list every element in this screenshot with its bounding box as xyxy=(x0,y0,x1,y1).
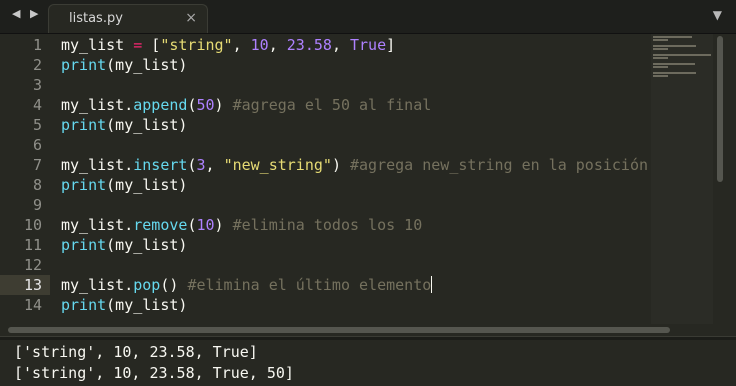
code-token: 3 xyxy=(196,156,206,174)
code-token: my_list. xyxy=(61,276,134,294)
sublime-window: ◀ ▶ listas.py × ▼ 1 2 3 4 5 6 7 8 9 10 11 12 13 14 my… xyxy=(0,0,736,386)
code-token: 10 xyxy=(196,216,215,234)
line-number: 1 xyxy=(32,36,42,54)
code-token: "new_string" xyxy=(223,156,332,174)
code-token: #agrega el 50 al final xyxy=(232,96,432,114)
code-token: , xyxy=(268,36,287,54)
vertical-scroll-thumb[interactable] xyxy=(717,36,723,182)
line-number: 11 xyxy=(23,236,42,254)
code-token: insert xyxy=(133,156,188,174)
line-number: 14 xyxy=(23,296,42,314)
code-token: , xyxy=(331,36,350,54)
code-token: = xyxy=(133,36,143,54)
horizontal-scrollbar[interactable] xyxy=(0,324,736,336)
minimap-line xyxy=(653,39,668,41)
forward-arrow-icon[interactable]: ▶ xyxy=(30,7,38,20)
text-cursor xyxy=(431,276,433,293)
code-token: print xyxy=(61,236,107,254)
code-token: #elimina todos los 10 xyxy=(232,216,423,234)
output-line: ['string', 10, 23.58, True] xyxy=(14,343,258,361)
line-number: 8 xyxy=(32,176,42,194)
close-icon[interactable]: × xyxy=(185,10,197,26)
code-token: , xyxy=(205,156,224,174)
code-line[interactable]: my_list.remove(10) #elimina todos los 10 xyxy=(61,215,422,235)
minimap-line xyxy=(653,63,695,65)
code-token: #elimina el último elemento xyxy=(187,276,432,294)
minimap-line xyxy=(653,57,668,59)
minimap[interactable] xyxy=(651,34,713,324)
code-line[interactable]: my_list.pop() #elimina el último element… xyxy=(61,275,433,295)
minimap-line xyxy=(653,36,692,38)
code-token: True xyxy=(350,36,387,54)
code-area[interactable]: my_list = ["string", 10, 23.58, True] pri… xyxy=(61,34,649,324)
code-token: my_list xyxy=(61,36,134,54)
minimap-line xyxy=(653,72,696,74)
minimap-line xyxy=(653,48,668,50)
line-number: 6 xyxy=(32,136,42,154)
code-token: append xyxy=(133,96,188,114)
code-line[interactable]: my_list.insert(3, "new_string") #agrega … xyxy=(61,155,648,175)
code-token: , xyxy=(232,36,251,54)
code-line[interactable]: print(my_list) xyxy=(61,115,187,135)
code-token: print xyxy=(61,56,107,74)
horizontal-scroll-thumb[interactable] xyxy=(8,327,670,333)
line-number: 5 xyxy=(32,116,42,134)
line-number: 4 xyxy=(32,96,42,114)
code-token: #agrega new_string en la posición xyxy=(350,156,649,174)
code-token: (my_list) xyxy=(106,296,188,314)
line-number: 13 xyxy=(23,276,42,294)
line-number: 9 xyxy=(32,196,42,214)
output-panel: ['string', 10, 23.58, True] ['string', 1… xyxy=(0,340,736,386)
back-arrow-icon[interactable]: ◀ xyxy=(12,7,20,20)
line-number: 3 xyxy=(32,76,42,94)
tab-listas-py[interactable]: listas.py × xyxy=(48,4,208,33)
code-token: () xyxy=(160,276,188,294)
code-token: my_list. xyxy=(61,96,134,114)
code-token: ) xyxy=(214,216,233,234)
code-token: [ xyxy=(142,36,161,54)
code-token: my_list. xyxy=(61,156,134,174)
line-number: 10 xyxy=(23,216,42,234)
chevron-down-icon[interactable]: ▼ xyxy=(713,8,722,22)
code-token: print xyxy=(61,296,107,314)
tab-label: listas.py xyxy=(69,11,123,26)
code-token: "string" xyxy=(160,36,233,54)
vertical-scrollbar[interactable] xyxy=(714,34,726,324)
code-token: 23.58 xyxy=(286,36,332,54)
minimap-line xyxy=(653,66,668,68)
minimap-line xyxy=(653,75,668,77)
code-line[interactable]: print(my_list) xyxy=(61,295,187,315)
code-line[interactable]: print(my_list) xyxy=(61,175,187,195)
code-token: (my_list) xyxy=(106,176,188,194)
tab-bar: ◀ ▶ listas.py × ▼ xyxy=(0,0,736,34)
code-token: 50 xyxy=(196,96,215,114)
code-line[interactable]: my_list.append(50) #agrega el 50 al fina… xyxy=(61,95,431,115)
line-number-gutter: 1 2 3 4 5 6 7 8 9 10 11 12 13 14 xyxy=(0,34,50,324)
code-token: print xyxy=(61,116,107,134)
minimap-line xyxy=(653,45,696,47)
output-line: ['string', 10, 23.58, True, 50] xyxy=(14,364,294,382)
code-token: print xyxy=(61,176,107,194)
code-token: (my_list) xyxy=(106,116,188,134)
line-number: 12 xyxy=(23,256,42,274)
line-number: 7 xyxy=(32,156,42,174)
code-token: pop xyxy=(133,276,161,294)
minimap-line xyxy=(653,54,711,56)
code-token: my_list. xyxy=(61,216,134,234)
code-token: remove xyxy=(133,216,188,234)
code-token: ] xyxy=(386,36,396,54)
code-token: (my_list) xyxy=(106,236,188,254)
code-token: 10 xyxy=(250,36,269,54)
code-token: (my_list) xyxy=(106,56,188,74)
code-line[interactable]: print(my_list) xyxy=(61,235,187,255)
code-token: ) xyxy=(214,96,233,114)
line-number: 2 xyxy=(32,56,42,74)
code-editor[interactable]: 1 2 3 4 5 6 7 8 9 10 11 12 13 14 my_list = ["string",… xyxy=(0,34,736,324)
code-line[interactable]: print(my_list) xyxy=(61,55,187,75)
code-token: ) xyxy=(331,156,350,174)
code-line[interactable]: my_list = ["string", 10, 23.58, True] xyxy=(61,35,395,55)
